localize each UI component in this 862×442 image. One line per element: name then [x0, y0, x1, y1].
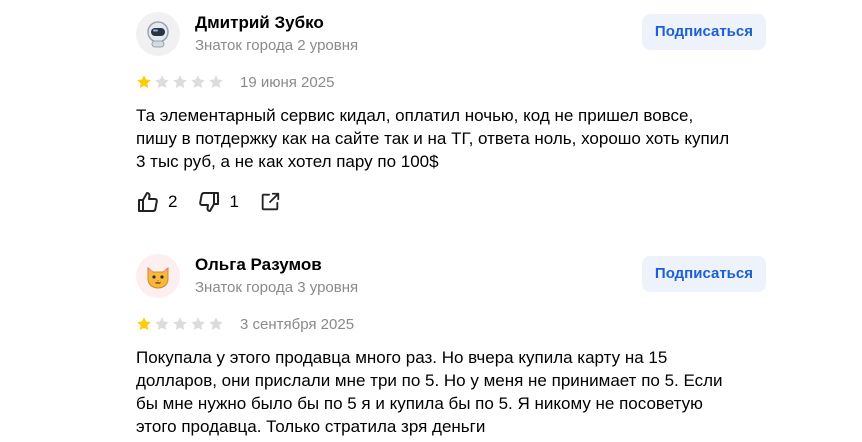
rating-stars — [136, 74, 224, 90]
review-meta: 3 сентября 2025 — [136, 312, 770, 336]
author-badge: Знаток города 3 уровня — [195, 279, 359, 296]
star-empty-icon — [191, 317, 205, 330]
thumbs-up-icon — [138, 192, 158, 212]
review-date: 3 сентября 2025 — [240, 315, 355, 333]
share-button[interactable] — [259, 191, 281, 213]
dislike-count: 1 — [229, 192, 239, 211]
star-empty-icon — [173, 75, 187, 88]
thumbs-down-icon — [199, 192, 220, 212]
review-actions: 2 1 — [136, 188, 301, 216]
review-meta: 19 июня 2025 — [136, 70, 770, 94]
star-empty-icon — [209, 75, 223, 88]
astronaut-icon — [147, 21, 169, 48]
star-empty-icon — [191, 75, 205, 88]
review-header: Ольга Разумов Знаток города 3 уровня Под… — [136, 252, 770, 300]
avatar[interactable] — [136, 12, 180, 56]
dislike-button[interactable]: 1 — [197, 190, 239, 214]
review-header: Дмитрий Зубко Знаток города 2 уровня Под… — [136, 10, 770, 58]
subscribe-button[interactable]: Подписаться — [641, 14, 766, 50]
star-filled-icon — [137, 75, 151, 88]
review-card: Дмитрий Зубко Знаток города 2 уровня Под… — [136, 10, 770, 212]
review-text: Та элементарный сервис кидал, оплатил но… — [136, 106, 730, 171]
star-empty-icon — [173, 317, 187, 330]
share-icon — [261, 192, 280, 211]
review-date: 19 июня 2025 — [240, 73, 335, 91]
star-empty-icon — [155, 75, 169, 88]
star-filled-icon — [137, 317, 151, 330]
like-count: 2 — [168, 192, 178, 211]
avatar[interactable] — [136, 254, 180, 298]
review-text: Покупала у этого продавца много раз. Но … — [136, 348, 723, 436]
author-badge: Знаток города 2 уровня — [195, 37, 359, 54]
review-card: Ольга Разумов Знаток города 3 уровня Под… — [136, 252, 770, 438]
star-empty-icon — [155, 317, 169, 330]
author-name[interactable]: Ольга Разумов — [195, 254, 322, 276]
author-name[interactable]: Дмитрий Зубко — [195, 12, 324, 34]
subscribe-button[interactable]: Подписаться — [641, 256, 766, 292]
star-empty-icon — [209, 317, 223, 330]
like-button[interactable]: 2 — [136, 190, 177, 214]
rating-stars — [136, 316, 224, 332]
cat-face-icon — [147, 266, 169, 289]
